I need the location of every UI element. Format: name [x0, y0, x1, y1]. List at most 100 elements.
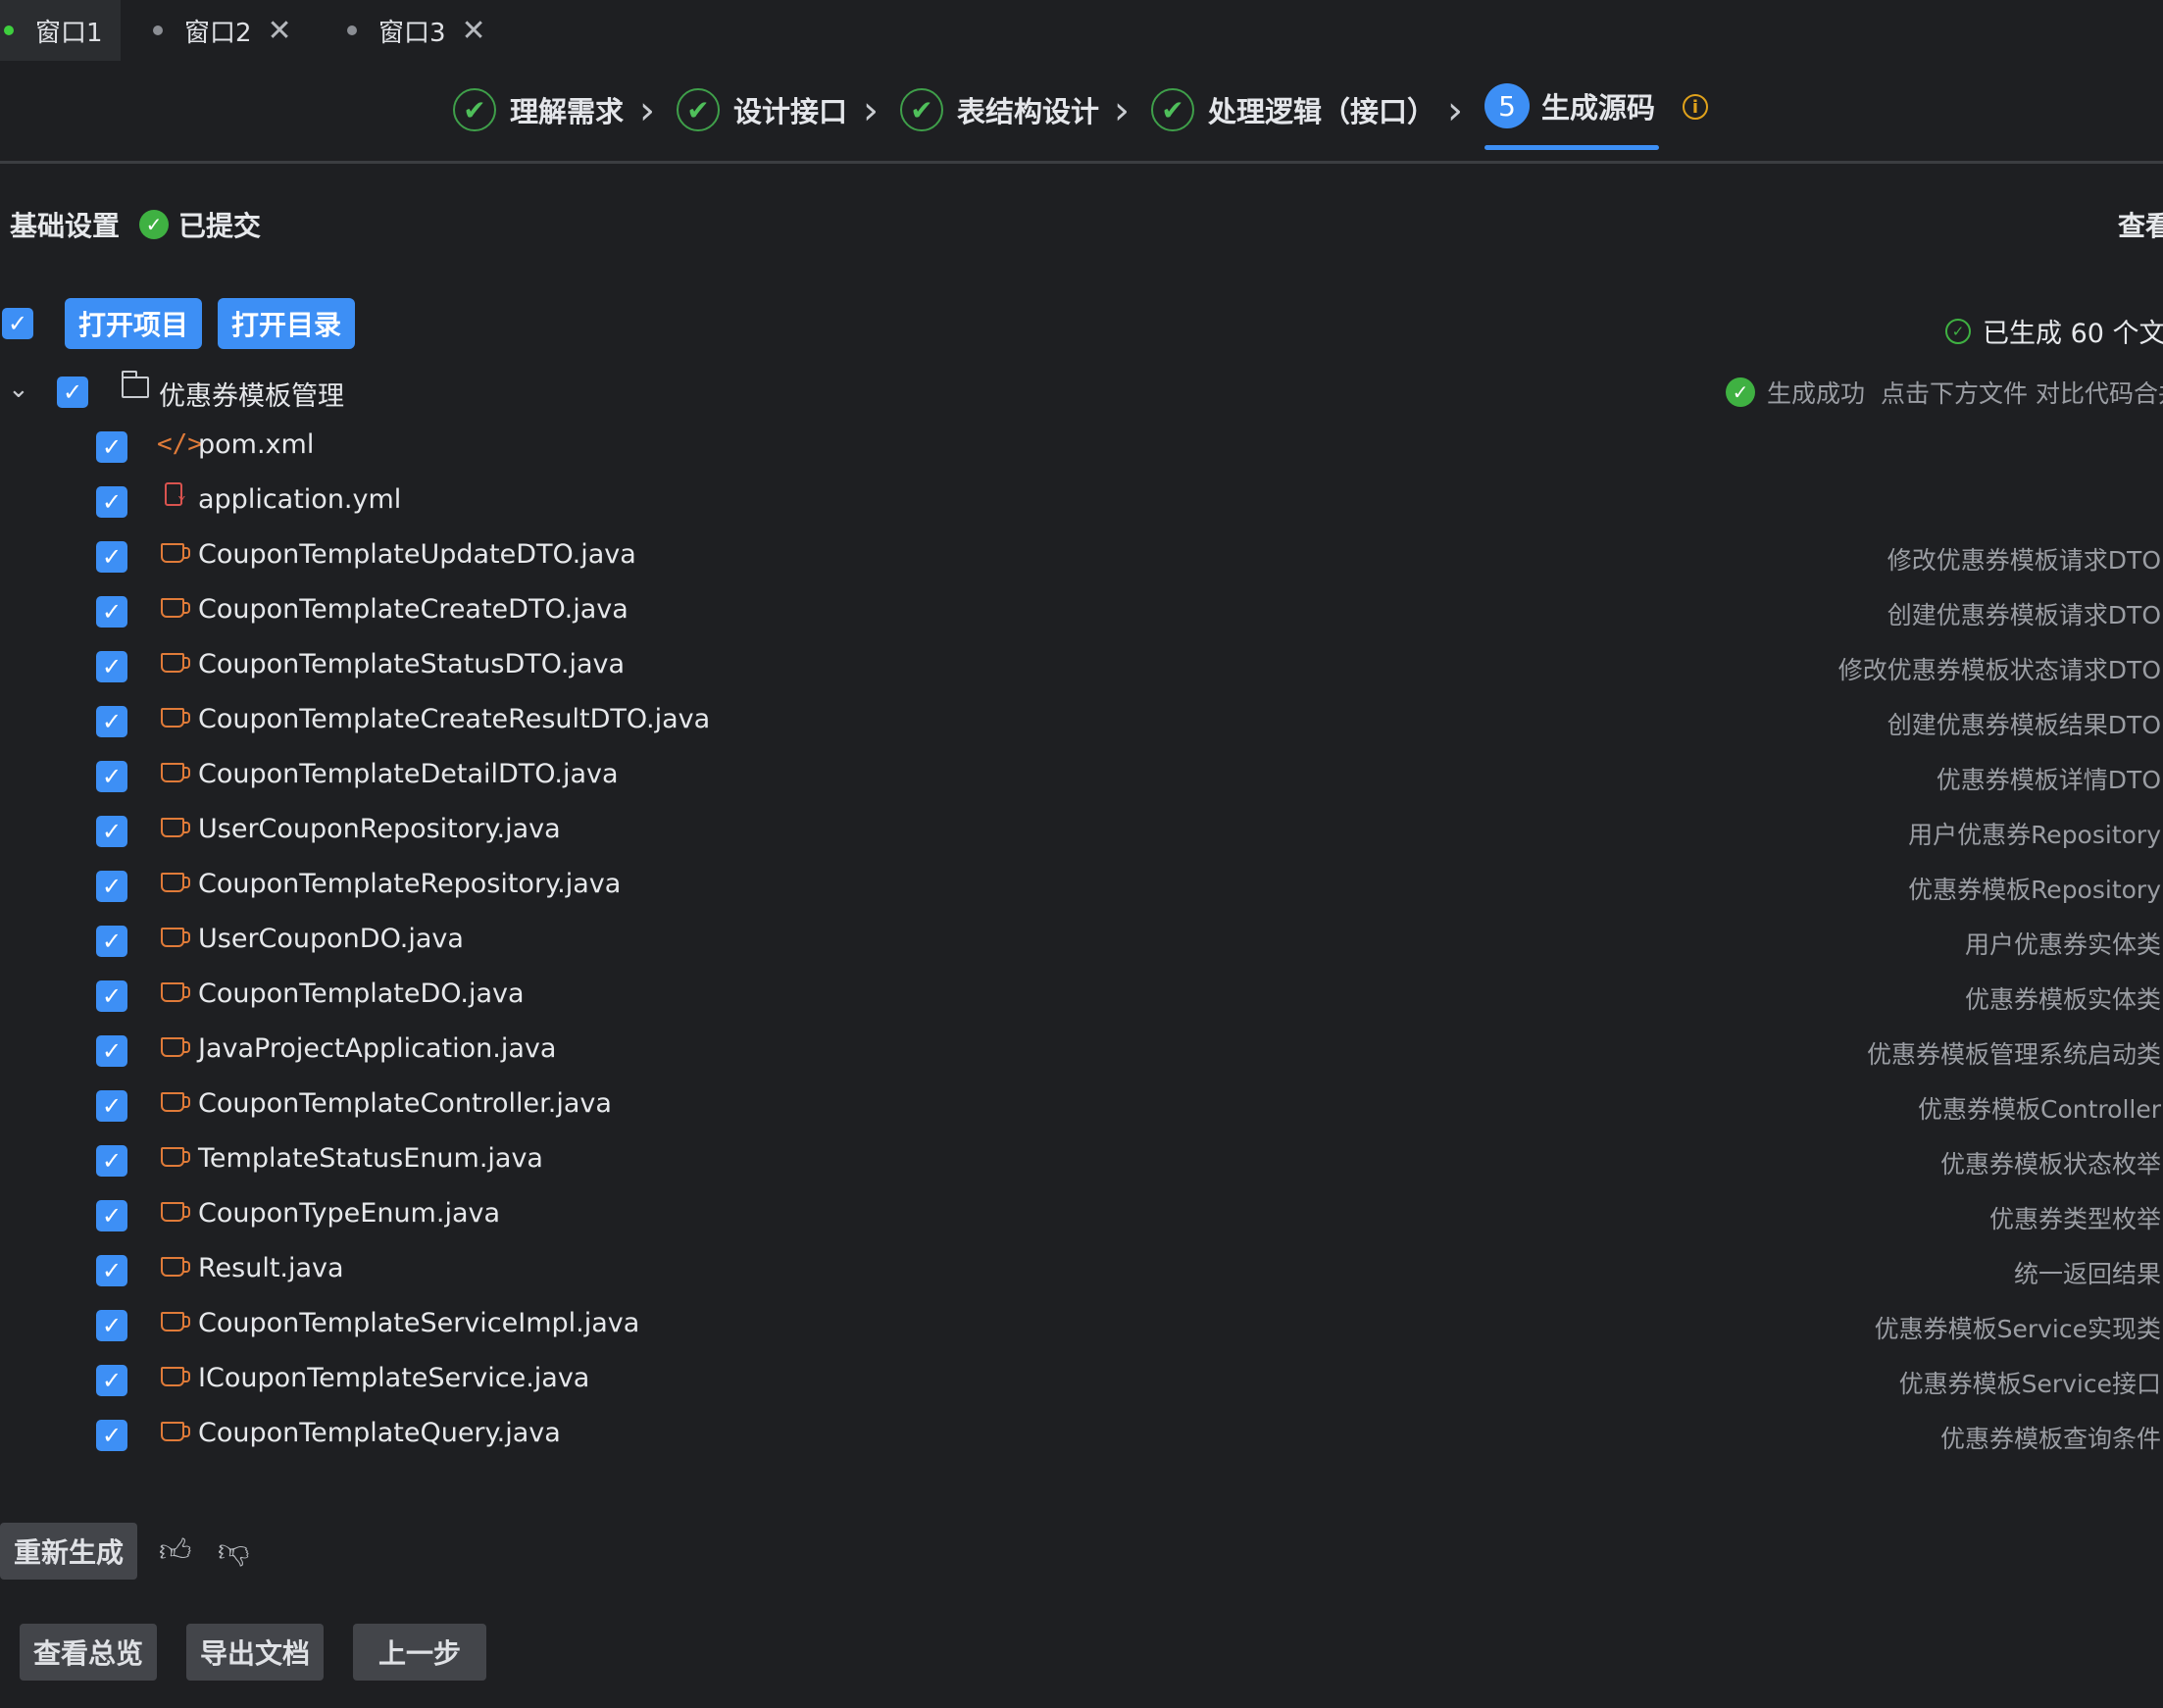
file-row[interactable]: ✓ </> pom.xml: [0, 420, 2163, 475]
file-name: CouponTemplateDetailDTO.java: [198, 759, 619, 789]
view-link[interactable]: 查看: [2118, 205, 2163, 244]
check-circle-icon: ✔: [1151, 88, 1194, 131]
file-row[interactable]: ✓ UserCouponDO.java 用户优惠券实体类: [0, 914, 2163, 969]
file-name: Result.java: [198, 1253, 344, 1283]
info-icon[interactable]: i: [1683, 94, 1708, 120]
file-name: CouponTemplateCreateDTO.java: [198, 594, 629, 625]
file-checkbox[interactable]: ✓: [96, 1090, 127, 1122]
java-file-icon: [161, 1367, 190, 1386]
file-row[interactable]: ✓ ICouponTemplateService.java 优惠券模板Service…: [0, 1353, 2163, 1408]
step-understand-requirements[interactable]: ✔ 理解需求: [453, 82, 624, 137]
file-row[interactable]: ✓ CouponTemplateServiceImpl.java 优惠券模板Serv…: [0, 1298, 2163, 1353]
file-checkbox[interactable]: ✓: [96, 1420, 127, 1451]
check-circle-icon: ✔: [900, 88, 943, 131]
file-checkbox[interactable]: ✓: [96, 761, 127, 792]
generated-count-label: 已生成 60 个文件: [1983, 319, 2163, 349]
file-row[interactable]: ✓ CouponTemplateCreateResultDTO.java 创建优惠券…: [0, 694, 2163, 749]
file-row[interactable]: ✓ CouponTemplateController.java 优惠券模板Contr…: [0, 1079, 2163, 1133]
file-name: pom.xml: [198, 429, 315, 460]
thumbs-down-icon[interactable]: 👎︎: [218, 1532, 249, 1570]
close-icon[interactable]: ✕: [462, 14, 486, 48]
file-tree: ⌄ ✓ 优惠券模板管理 ✓ 生成成功 点击下方文件 对比代码合并 ✓ </> pom…: [0, 365, 2163, 1478]
regenerate-button[interactable]: 重新生成: [0, 1523, 138, 1580]
view-overview-button[interactable]: 查看总览: [20, 1624, 158, 1681]
file-description: 用户优惠券实体类: [1964, 930, 2161, 959]
step-generate-source[interactable]: 5 生成源码: [1484, 78, 1655, 133]
file-row[interactable]: ✓ Result.java 统一返回结果: [0, 1243, 2163, 1298]
tree-folder-next[interactable]: ✓: [0, 1469, 2163, 1478]
file-checkbox[interactable]: ✓: [96, 871, 127, 902]
file-row[interactable]: ✓ CouponTemplateQuery.java 优惠券模板查询条件: [0, 1408, 2163, 1463]
step-label: 处理逻辑（接口）: [1208, 95, 1436, 128]
step-label: 表结构设计: [957, 95, 1100, 128]
step-processing-logic[interactable]: ✔ 处理逻辑（接口）: [1151, 82, 1435, 137]
file-row[interactable]: ✓ CouponTemplateUpdateDTO.java 修改优惠券模板请求DT…: [0, 529, 2163, 584]
file-name: UserCouponRepository.java: [198, 814, 561, 844]
file-row[interactable]: ✓ application.yml: [0, 475, 2163, 529]
file-name: JavaProjectApplication.java: [198, 1033, 557, 1064]
java-file-icon: [161, 1147, 190, 1167]
file-checkbox[interactable]: ✓: [96, 926, 127, 957]
folder-hint: 点击下方文件 对比代码合并: [1881, 379, 2163, 408]
file-checkbox[interactable]: ✓: [96, 431, 127, 463]
chevron-right-icon: ›: [1447, 88, 1463, 133]
open-directory-button[interactable]: 打开目录: [218, 298, 356, 349]
export-document-button[interactable]: 导出文档: [186, 1624, 325, 1681]
tab-window-2[interactable]: 窗口2 ✕: [153, 0, 292, 61]
step-design-api[interactable]: ✔ 设计接口: [677, 82, 847, 137]
chevron-down-icon[interactable]: ⌄: [8, 375, 29, 404]
file-name: CouponTemplateStatusDTO.java: [198, 649, 626, 679]
folder-name: 优惠券模板管理: [159, 381, 344, 412]
tree-folder[interactable]: ⌄ ✓ 优惠券模板管理 ✓ 生成成功 点击下方文件 对比代码合并: [0, 365, 2163, 420]
java-file-icon: [161, 1037, 190, 1057]
active-step-indicator: [1484, 145, 1659, 150]
file-description: 优惠券模板Repository: [1908, 876, 2161, 904]
file-checkbox[interactable]: ✓: [96, 706, 127, 737]
file-row[interactable]: ✓ CouponTypeEnum.java 优惠券类型枚举: [0, 1188, 2163, 1243]
tab-window-1[interactable]: 窗口1: [0, 0, 121, 61]
file-row[interactable]: ✓ CouponTemplateCreateDTO.java 创建优惠券模板请求DT…: [0, 584, 2163, 639]
file-name: CouponTemplateUpdateDTO.java: [198, 539, 636, 570]
file-checkbox[interactable]: ✓: [96, 980, 127, 1012]
folder-checkbox[interactable]: ✓: [57, 377, 88, 408]
folder-status: ✓ 生成成功 点击下方文件 对比代码合并: [1726, 375, 2163, 410]
java-file-icon: [161, 928, 190, 947]
file-checkbox[interactable]: ✓: [96, 1035, 127, 1067]
thumbs-up-icon[interactable]: 👍︎: [159, 1532, 191, 1570]
close-icon[interactable]: ✕: [268, 14, 292, 48]
file-row[interactable]: ✓ CouponTemplateDetailDTO.java 优惠券模板详情DTO: [0, 749, 2163, 804]
chevron-right-icon: ›: [863, 88, 879, 133]
previous-step-button[interactable]: 上一步: [353, 1624, 487, 1681]
file-row[interactable]: ✓ UserCouponRepository.java 用户优惠券Repositor…: [0, 804, 2163, 859]
file-name: CouponTemplateCreateResultDTO.java: [198, 704, 711, 734]
file-checkbox[interactable]: ✓: [96, 596, 127, 628]
file-row[interactable]: ✓ TemplateStatusEnum.java 优惠券模板状态枚举: [0, 1133, 2163, 1188]
file-description: 优惠券模板Service实现类: [1874, 1315, 2161, 1343]
step-label: 理解需求: [510, 95, 625, 128]
file-checkbox[interactable]: ✓: [96, 1200, 127, 1231]
java-file-icon: [161, 653, 190, 673]
file-row[interactable]: ✓ JavaProjectApplication.java 优惠券模板管理系统启动类: [0, 1024, 2163, 1079]
file-name: CouponTemplateQuery.java: [198, 1418, 561, 1448]
file-checkbox[interactable]: ✓: [96, 486, 127, 518]
java-file-icon: [161, 543, 190, 563]
file-description: 创建优惠券模板结果DTO: [1886, 711, 2161, 739]
file-checkbox[interactable]: ✓: [96, 1255, 127, 1286]
file-checkbox[interactable]: ✓: [96, 541, 127, 573]
active-dot-icon: [4, 25, 14, 35]
open-project-button[interactable]: 打开项目: [65, 298, 203, 349]
file-row[interactable]: ✓ CouponTemplateStatusDTO.java 修改优惠券模板状态请求…: [0, 639, 2163, 694]
step-table-design[interactable]: ✔ 表结构设计: [900, 82, 1099, 137]
file-row[interactable]: ✓ CouponTemplateRepository.java 优惠券模板Repos…: [0, 859, 2163, 914]
select-all-checkbox[interactable]: ✓: [2, 308, 33, 339]
chevron-right-icon: ›: [639, 88, 655, 133]
tab-window-3[interactable]: 窗口3 ✕: [347, 0, 486, 61]
file-row[interactable]: ✓ CouponTemplateDO.java 优惠券模板实体类: [0, 969, 2163, 1024]
tab-label: 窗口1: [35, 18, 103, 48]
file-checkbox[interactable]: ✓: [96, 1310, 127, 1341]
file-checkbox[interactable]: ✓: [96, 651, 127, 682]
file-checkbox[interactable]: ✓: [96, 1365, 127, 1396]
java-file-icon: [161, 708, 190, 728]
file-checkbox[interactable]: ✓: [96, 816, 127, 847]
file-checkbox[interactable]: ✓: [96, 1145, 127, 1177]
